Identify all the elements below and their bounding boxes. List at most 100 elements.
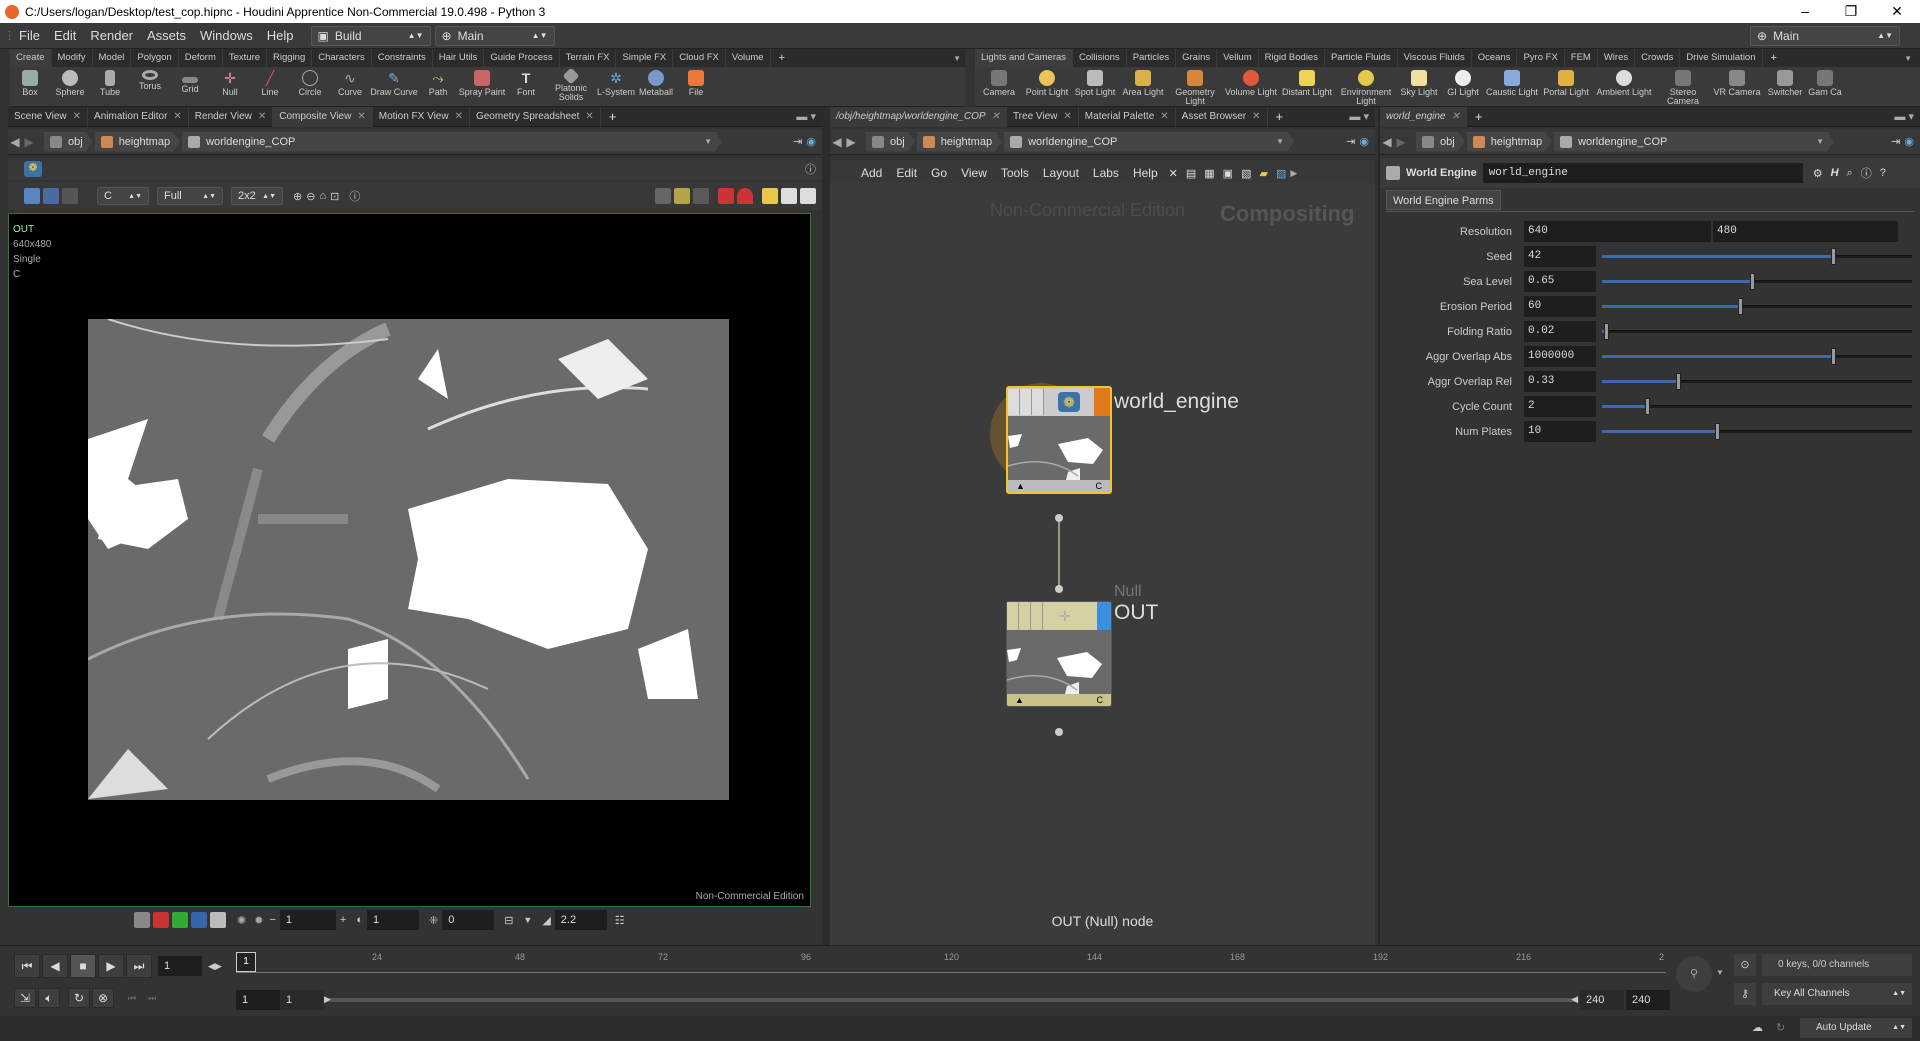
- info-icon[interactable]: ⓘ: [349, 188, 360, 204]
- menu-edit[interactable]: Edit: [47, 28, 83, 43]
- rgb-icon[interactable]: [134, 912, 150, 928]
- view-mode-icon[interactable]: [24, 188, 40, 204]
- shelf-tab-particles[interactable]: Particles: [1127, 49, 1177, 67]
- shelf-tab-create[interactable]: Create: [10, 49, 52, 67]
- question-icon[interactable]: ?: [1880, 167, 1886, 179]
- net-menu-edit[interactable]: Edit: [889, 166, 924, 180]
- loop-icon[interactable]: ↻: [68, 988, 90, 1008]
- monitor-icon[interactable]: [62, 188, 78, 204]
- shelf-tab-fem[interactable]: FEM: [1565, 49, 1598, 67]
- pane-divider-left[interactable]: [822, 107, 830, 945]
- key-all-channels-select[interactable]: Key All Channels ▲▼: [1762, 983, 1912, 1005]
- param-slider[interactable]: [1602, 346, 1912, 367]
- shelf-tab-characters[interactable]: Characters: [312, 49, 372, 67]
- param-slider[interactable]: [1602, 246, 1912, 267]
- go-start-icon[interactable]: ⏮: [14, 954, 40, 978]
- pane-menu-icon[interactable]: ▬ ▾: [796, 110, 822, 123]
- net-menu-go[interactable]: Go: [924, 166, 954, 180]
- tool-grid[interactable]: Grid: [170, 67, 210, 107]
- shelf-right-menu-icon[interactable]: ▼: [1904, 54, 1920, 63]
- gamma-field[interactable]: 2.2: [554, 910, 607, 930]
- tool-platonic-solids[interactable]: Platonic Solids: [546, 67, 596, 107]
- shelf-tab-terrain-fx[interactable]: Terrain FX: [560, 49, 617, 67]
- shelf-tab-guide-process[interactable]: Guide Process: [484, 49, 560, 67]
- zoom-in-icon[interactable]: ⊕: [293, 190, 302, 203]
- mid-link-icon[interactable]: ◉: [1359, 135, 1375, 148]
- tool-gi-light[interactable]: GI Light: [1441, 67, 1485, 107]
- node-out-null[interactable]: ✛ ▲ C: [1006, 601, 1112, 707]
- audio-icon[interactable]: 🔈︎: [38, 988, 60, 1008]
- slider-handle[interactable]: [1675, 373, 1681, 390]
- shelf-tab-wires[interactable]: Wires: [1598, 49, 1636, 67]
- tool-file[interactable]: File: [676, 67, 716, 107]
- wipe-icon[interactable]: [674, 188, 690, 204]
- right-pin-icon[interactable]: ⇥: [1891, 135, 1904, 148]
- display-flag-icon[interactable]: [1094, 388, 1110, 416]
- folder-tab-world-engine-parms[interactable]: World Engine Parms: [1386, 190, 1501, 210]
- tool-switcher[interactable]: Switcher: [1763, 67, 1807, 107]
- path-obj[interactable]: obj: [44, 132, 93, 152]
- key-scope-dropdown-icon[interactable]: ▼: [1716, 968, 1724, 977]
- alpha-channel-icon[interactable]: [210, 912, 226, 928]
- refresh-icon[interactable]: ↻: [1776, 1021, 1785, 1034]
- slider-handle[interactable]: [1831, 248, 1836, 265]
- viewer-field-2[interactable]: 1: [366, 910, 419, 930]
- slider-handle[interactable]: [1645, 398, 1651, 415]
- tool-circle[interactable]: Circle: [290, 67, 330, 107]
- contrast-icon[interactable]: ◐: [356, 914, 363, 926]
- tool-caustic-light[interactable]: Caustic Light: [1485, 67, 1539, 107]
- menu-file[interactable]: File: [12, 28, 47, 43]
- tool-point-light[interactable]: Point Light: [1023, 67, 1071, 107]
- tab-asset-browser[interactable]: Asset Browser ✕: [1176, 106, 1268, 127]
- right-desktop-selector[interactable]: ⊕ Main ▲▼: [1750, 25, 1900, 46]
- tool-area-light[interactable]: Area Light: [1119, 67, 1167, 107]
- tool-portal-light[interactable]: Portal Light: [1539, 67, 1593, 107]
- shelf-tab-collisions[interactable]: Collisions: [1073, 49, 1127, 67]
- timeline-playhead[interactable]: 1: [236, 952, 256, 972]
- display-mode-icon[interactable]: [43, 188, 59, 204]
- tool-l-system[interactable]: ✲ L-System: [596, 67, 636, 107]
- add-mid-tab-icon[interactable]: +: [1268, 109, 1292, 124]
- timeline-ruler[interactable]: 1 24 48 72 96 120 144 168 192 216 2: [236, 952, 1666, 976]
- tool-gamepad-camera[interactable]: Gam Ca: [1807, 67, 1843, 107]
- help-icon[interactable]: ⓘ: [805, 161, 816, 177]
- tab-tree-view[interactable]: Tree View ✕: [1007, 106, 1079, 127]
- add-pane-tab-icon[interactable]: +: [601, 109, 625, 124]
- menu-help[interactable]: Help: [260, 28, 301, 43]
- mid-path-worldengine-cop[interactable]: worldengine_COP ▼: [1004, 132, 1294, 152]
- shelf-tab-vellum[interactable]: Vellum: [1217, 49, 1259, 67]
- menu-assets[interactable]: Assets: [140, 28, 193, 43]
- tab-close-icon[interactable]: ✕: [173, 111, 181, 122]
- tool-sky-light[interactable]: Sky Light: [1397, 67, 1441, 107]
- tab-close-icon[interactable]: ✕: [357, 111, 365, 122]
- tab-animation-editor[interactable]: Animation Editor ✕: [88, 106, 189, 127]
- lut-icon[interactable]: ⊟: [504, 914, 513, 927]
- resolution-y-field[interactable]: 480: [1713, 221, 1898, 242]
- net-menu-add[interactable]: Add: [854, 166, 889, 180]
- red-channel-icon[interactable]: [153, 912, 169, 928]
- tool-stereo-camera[interactable]: Stereo Camera: [1655, 67, 1711, 107]
- tool-box[interactable]: Box: [10, 67, 50, 107]
- shelf-tab-oceans[interactable]: Oceans: [1472, 49, 1518, 67]
- mid-pin-icon[interactable]: ⇥: [1346, 135, 1359, 148]
- right-back-arrow-icon[interactable]: ◀: [1380, 135, 1394, 149]
- right-link-icon[interactable]: ◉: [1904, 135, 1920, 148]
- global-anim-icon[interactable]: ⊗: [92, 988, 114, 1008]
- tab-geometry-spreadsheet[interactable]: Geometry Spreadsheet ✕: [470, 106, 601, 127]
- list-view-icon[interactable]: ▤: [1186, 167, 1196, 180]
- current-frame-field[interactable]: 1: [158, 956, 202, 976]
- minimize-button[interactable]: –: [1782, 3, 1828, 20]
- tab-close-icon[interactable]: ✕: [585, 111, 593, 122]
- tab-render-view[interactable]: Render View ✕: [189, 106, 274, 127]
- tab-composite-view[interactable]: Composite View ✕: [273, 106, 373, 127]
- tool-metaball[interactable]: Metaball: [636, 67, 676, 107]
- shelf-tab-grains[interactable]: Grains: [1176, 49, 1218, 67]
- shelf-tab-crowds[interactable]: Crowds: [1635, 49, 1681, 67]
- net-menu-help[interactable]: Help: [1126, 166, 1165, 180]
- record-icon[interactable]: [718, 188, 734, 204]
- path-heightmap[interactable]: heightmap: [95, 132, 180, 152]
- composite-viewer[interactable]: OUT 640x480 Single C Non-Commercial Edit…: [8, 213, 811, 907]
- chat-icon[interactable]: ☁: [1752, 1021, 1763, 1034]
- grid-view-icon[interactable]: [781, 188, 797, 204]
- realtime-icon[interactable]: ⇲: [14, 988, 36, 1008]
